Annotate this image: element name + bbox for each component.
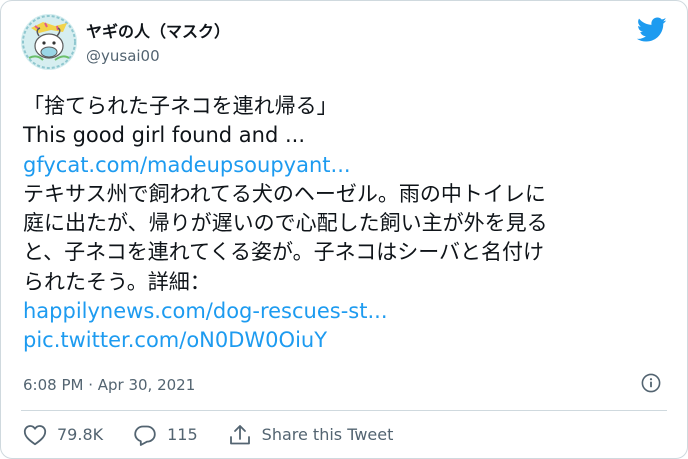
reply-button[interactable]: 115 bbox=[133, 424, 198, 446]
tweet-card: ヤギの人（マスク） @yusai00 「捨てられた子ネコを連れ帰る」 This … bbox=[0, 0, 688, 459]
tweet-text-line: 「捨てられた子ネコを連れ帰る」 bbox=[23, 94, 338, 118]
heart-icon bbox=[23, 425, 47, 446]
display-name[interactable]: ヤギの人（マスク） bbox=[86, 21, 230, 43]
tweet-body: 「捨てられた子ネコを連れ帰る」 This good girl found and… bbox=[23, 92, 663, 356]
tweet-text-line: られたそう。詳細： bbox=[23, 269, 211, 294]
action-bar: 79.8K 115 Share this Tweet bbox=[23, 423, 393, 447]
avatar[interactable] bbox=[21, 14, 77, 70]
link-happilynews[interactable]: happilynews.com/dog-rescues-st... bbox=[23, 299, 388, 323]
share-button[interactable]: Share this Tweet bbox=[228, 424, 394, 446]
divider bbox=[21, 410, 667, 411]
link-pic-twitter[interactable]: pic.twitter.com/oN0DW0OiuY bbox=[23, 328, 327, 352]
tweet-text-line: This good girl found and ... bbox=[23, 123, 306, 148]
like-count: 79.8K bbox=[57, 425, 104, 444]
tweet-timestamp[interactable]: 6:08 PM · Apr 30, 2021 bbox=[23, 375, 195, 395]
share-icon bbox=[229, 425, 250, 445]
tweet-text-line: 庭に出たが、帰りが遅いので心配した飼い主が外を見る bbox=[23, 211, 548, 236]
tweet-text-line: と、子ネコを連れてくる姿が。子ネコはシーバと名付け bbox=[23, 240, 545, 265]
twitter-bird-icon[interactable] bbox=[636, 17, 667, 43]
share-label: Share this Tweet bbox=[261, 425, 394, 444]
reply-count: 115 bbox=[167, 425, 198, 444]
user-handle[interactable]: @yusai00 bbox=[86, 46, 160, 66]
info-icon[interactable] bbox=[641, 373, 661, 393]
goat-illustration bbox=[21, 14, 77, 70]
reply-icon bbox=[134, 425, 156, 446]
tweet-text-line: テキサス州で飼われてる犬のヘーゼル。雨の中トイレに bbox=[23, 181, 546, 206]
like-button[interactable]: 79.8K bbox=[23, 424, 103, 446]
link-gfycat[interactable]: gfycat.com/madeupsoupyant... bbox=[23, 153, 351, 177]
